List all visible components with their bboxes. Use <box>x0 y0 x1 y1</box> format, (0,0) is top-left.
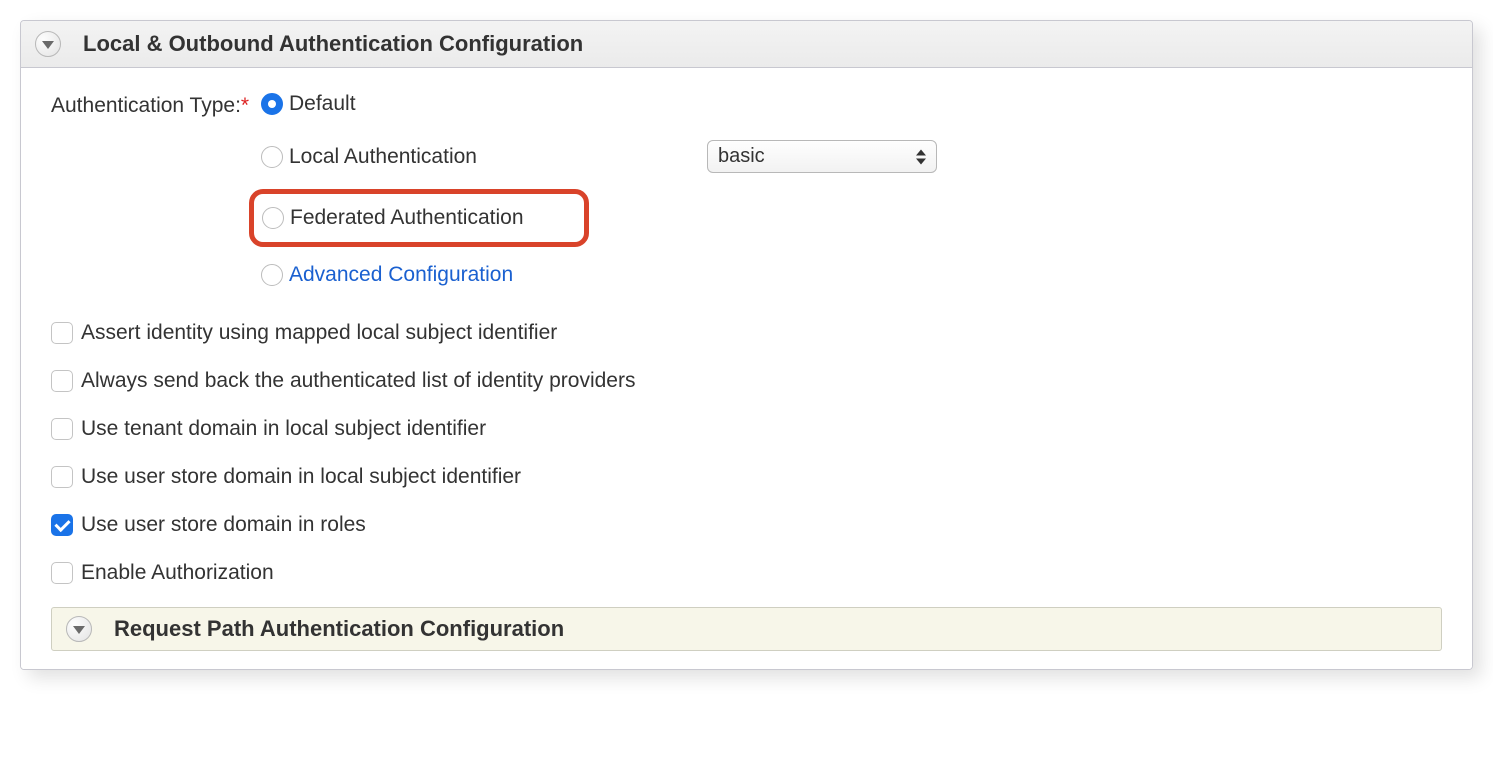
cb-tenant-domain-label: Use tenant domain in local subject ident… <box>81 417 486 441</box>
request-path-title: Request Path Authentication Configuratio… <box>114 616 564 642</box>
radio-default-label: Default <box>289 92 356 116</box>
radio-local-label: Local Authentication <box>289 145 477 169</box>
federated-highlight: Federated Authentication <box>249 189 589 247</box>
panel-header[interactable]: Local & Outbound Authentication Configur… <box>21 21 1472 68</box>
panel-title: Local & Outbound Authentication Configur… <box>83 31 583 57</box>
auth-type-row: Authentication Type:* Default Local Auth… <box>51 92 1442 299</box>
radio-row-local[interactable]: Local Authentication basic <box>261 128 1442 185</box>
cb-userstore-roles-label: Use user store domain in roles <box>81 513 366 537</box>
required-asterisk: * <box>241 94 249 117</box>
auth-type-label: Authentication Type:* <box>51 92 261 120</box>
cb-tenant-domain[interactable] <box>51 418 73 440</box>
cb-enable-authz[interactable] <box>51 562 73 584</box>
cb-send-idp-list-label: Always send back the authenticated list … <box>81 369 635 393</box>
cb-row-enable-authz[interactable]: Enable Authorization <box>51 549 1442 597</box>
cb-userstore-roles[interactable] <box>51 514 73 536</box>
radio-row-default[interactable]: Default <box>261 92 1442 128</box>
radio-federated[interactable] <box>262 207 284 229</box>
cb-row-send-idp-list[interactable]: Always send back the authenticated list … <box>51 357 1442 405</box>
cb-row-assert-identity[interactable]: Assert identity using mapped local subje… <box>51 309 1442 357</box>
cb-row-userstore-subject[interactable]: Use user store domain in local subject i… <box>51 453 1442 501</box>
cb-userstore-subject-label: Use user store domain in local subject i… <box>81 465 521 489</box>
chevron-down-icon[interactable] <box>35 31 61 57</box>
cb-send-idp-list[interactable] <box>51 370 73 392</box>
cb-assert-identity[interactable] <box>51 322 73 344</box>
radio-default[interactable] <box>261 93 283 115</box>
auth-type-label-text: Authentication Type: <box>51 94 241 117</box>
auth-type-options: Default Local Authentication basic <box>261 92 1442 299</box>
panel-body: Authentication Type:* Default Local Auth… <box>21 68 1472 669</box>
cb-enable-authz-label: Enable Authorization <box>81 561 274 585</box>
radio-local[interactable] <box>261 146 283 168</box>
local-auth-select-value: basic <box>718 145 765 167</box>
cb-row-tenant-domain[interactable]: Use tenant domain in local subject ident… <box>51 405 1442 453</box>
chevron-down-icon[interactable] <box>66 616 92 642</box>
cb-userstore-subject[interactable] <box>51 466 73 488</box>
radio-advanced-label[interactable]: Advanced Configuration <box>289 263 513 287</box>
cb-row-userstore-roles[interactable]: Use user store domain in roles <box>51 501 1442 549</box>
radio-advanced[interactable] <box>261 264 283 286</box>
request-path-panel-header[interactable]: Request Path Authentication Configuratio… <box>51 607 1442 651</box>
local-auth-select[interactable]: basic <box>707 140 937 173</box>
select-arrows-icon <box>916 149 926 164</box>
radio-row-advanced[interactable]: Advanced Configuration <box>261 251 1442 299</box>
auth-config-panel: Local & Outbound Authentication Configur… <box>20 20 1473 670</box>
radio-federated-label: Federated Authentication <box>290 206 524 230</box>
cb-assert-identity-label: Assert identity using mapped local subje… <box>81 321 557 345</box>
